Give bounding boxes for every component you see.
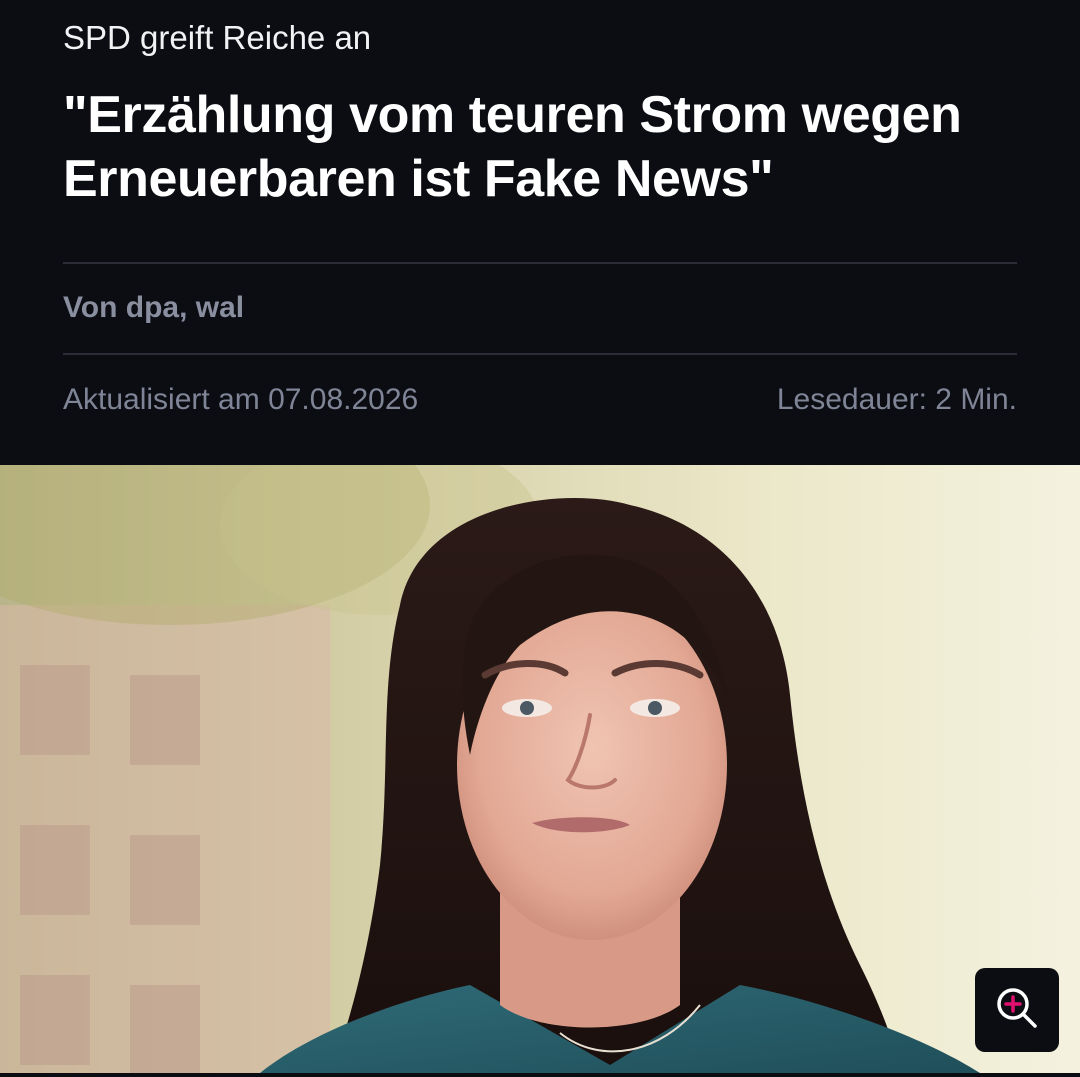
article-meta-row: Aktualisiert am 07.08.2026 Lesedauer: 2 … — [63, 380, 1017, 420]
reading-time: Lesedauer: 2 Min. — [776, 383, 1017, 416]
article-kicker: SPD greift Reiche an — [63, 19, 372, 56]
zoom-button[interactable] — [975, 968, 1059, 1052]
portrait-illustration — [0, 465, 1080, 1073]
article-byline: Von dpa, wal — [63, 291, 245, 324]
article-header: SPD greift Reiche an "Erzählung vom teur… — [0, 0, 1080, 465]
article-headline: "Erzählung vom teuren Strom wegen Erneue… — [63, 86, 962, 208]
updated-date: Aktualisiert am 07.08.2026 — [63, 383, 419, 416]
bottom-border — [0, 1073, 1080, 1077]
zoom-in-icon — [994, 985, 1040, 1036]
article-photo[interactable] — [0, 465, 1080, 1073]
divider — [63, 262, 1017, 264]
divider — [63, 353, 1017, 355]
